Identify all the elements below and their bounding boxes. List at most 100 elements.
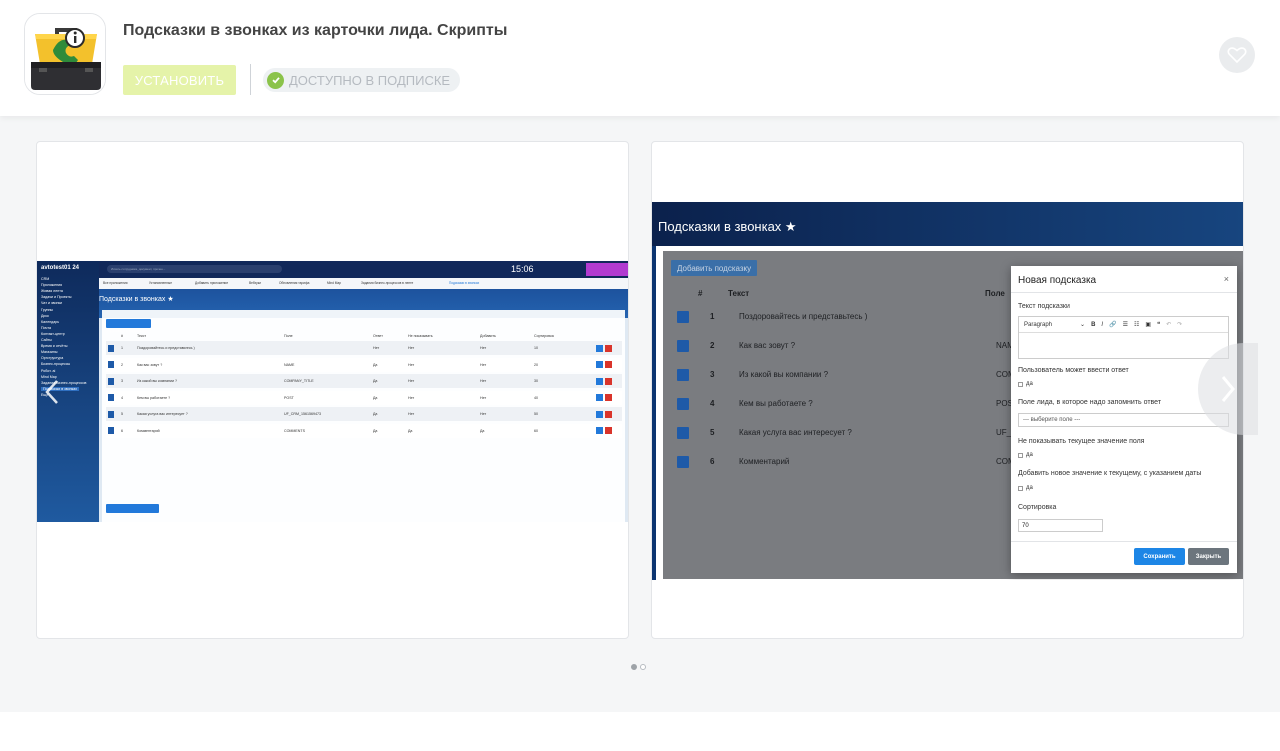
header-divider <box>250 64 251 95</box>
briefcase-phone-info-icon <box>25 14 105 94</box>
crm-sidebar-item: Календарь <box>41 319 60 324</box>
hide-current-label: Не показывать текущее значение поля <box>1018 438 1145 445</box>
user-answer-checkbox: да <box>1018 381 1033 387</box>
carousel-dot-2[interactable] <box>640 664 646 670</box>
crm-table-cell: 40 <box>534 395 538 400</box>
crm-table-cell: Нет <box>408 362 415 367</box>
crm-table-cell: Поздоровайтесь и представьтесь ) <box>137 346 195 350</box>
crm-page-title: Подсказки в звонках ★ <box>99 296 174 303</box>
crm-table-header: Сортировка <box>534 334 554 338</box>
crm-table-cell: Нет <box>480 412 487 416</box>
crm-sidebar-item: Чат и звонки <box>41 301 63 306</box>
crm-table-cell: UF_CRM_1561569473 <box>284 412 321 416</box>
crm-table-header: Добавить <box>480 334 496 338</box>
header-field: Поле <box>985 289 1005 298</box>
crm-table-header: # <box>121 334 123 338</box>
crm-table-cell: POST <box>284 395 294 400</box>
crm-add-button: Добавить подсказку <box>106 319 152 333</box>
screenshot-modal: Подсказки в звонках ★ Добавить подсказку… <box>652 202 1243 580</box>
carousel-dot-1[interactable] <box>631 664 637 670</box>
crm-table-row <box>106 374 622 388</box>
crm-table-header: Ответ <box>373 334 383 338</box>
hint-text-editor: Paragraph ⌄ B I 🔗 ☰ ☷ ▣ ❝ ↶ ↷ <box>1018 316 1229 359</box>
screenshot-slide-2[interactable]: Подсказки в звонках ★ Добавить подсказку… <box>651 141 1244 639</box>
crm-table-cell: Из какой вы компании ? <box>137 379 178 383</box>
install-button[interactable]: УСТАНОВИТЬ <box>123 65 236 95</box>
app-header: Подсказки в звонках из карточки лида. Ск… <box>0 0 1280 116</box>
crm-table-cell: Комментарий <box>137 428 160 433</box>
crm-nav-tab: Обновления тарифа <box>279 281 310 285</box>
crm-search: Искать сотрудника, документ, прочее... <box>111 267 166 271</box>
crm-table-cell: 2 <box>121 362 123 367</box>
crm-table-cell: 20 <box>534 362 538 367</box>
app-icon <box>24 13 106 95</box>
lead-field-select: --- выберите поле --- <box>1018 413 1229 427</box>
crm-nav-tab: Установленные <box>149 281 172 285</box>
page-footer-band <box>0 712 1280 751</box>
header-num: # <box>698 289 703 298</box>
screenshot-slide-1[interactable]: avtotest01 24 CRM Приложения Живая лента За… <box>36 141 629 639</box>
crm-table-cell: 1 <box>121 346 123 350</box>
crm-table-cell: COMMENTS <box>284 428 305 433</box>
crm-table-cell: Да <box>408 428 413 433</box>
availability-label: ДОСТУПНО В ПОДПИСКЕ <box>289 72 451 88</box>
close-button: Закрыть <box>1188 548 1229 565</box>
crm-sidebar-item: Контакт-центр <box>41 331 65 336</box>
crm-table-cell: 30 <box>534 379 538 383</box>
crm-table-row <box>106 390 622 405</box>
save-button: Сохранить <box>1134 548 1185 565</box>
favorite-button[interactable] <box>1219 37 1255 73</box>
crm-clock: 15:06 <box>511 264 534 274</box>
carousel-prev[interactable] <box>40 372 64 412</box>
chevron-left-icon <box>45 380 58 404</box>
crm-show-dialog-button: Показать диалог звонка <box>106 504 159 518</box>
crm-table-cell: Нет <box>373 346 380 350</box>
crm-table-cell: Да <box>373 412 378 416</box>
crm-table-cell: Как вас зовут ? <box>137 362 163 367</box>
sort-label: Сортировка <box>1018 504 1057 511</box>
crm-table-cell: Нет <box>408 395 415 400</box>
format-select: Paragraph <box>1024 321 1053 328</box>
crm-nav-tab: Все приложения <box>103 281 128 285</box>
crm-sidebar-item: Приложения <box>41 283 63 288</box>
crm-nav-tab: Mind Map <box>327 281 341 285</box>
crm-sidebar-item: Живая лента <box>41 289 63 294</box>
crm-nav-tab: Добавить приложение <box>195 281 229 285</box>
crm-sidebar-item: CRM <box>41 277 50 281</box>
crm-table-row <box>106 357 622 372</box>
crm-sidebar-item: Время и отчёты <box>41 344 68 349</box>
crm-table-cell: 50 <box>534 412 538 416</box>
crm-table-cell: 4 <box>121 395 123 400</box>
crm-topbar: Искать сотрудника, документ, прочее... 1… <box>99 261 628 278</box>
portal-name: avtotest01 24 <box>41 265 80 271</box>
crm-nav-tab: Вебхуки <box>249 281 261 285</box>
crm-table-cell: Нет <box>408 412 415 416</box>
append-checkbox: да <box>1018 485 1033 491</box>
crm-table-cell: 60 <box>534 428 538 433</box>
crm-sidebar-item: Группы <box>41 307 53 312</box>
crm-sidebar-item: Оргструктура <box>41 356 64 361</box>
modal-title: Новая подсказка <box>1018 275 1097 286</box>
crm-table-cell: Да <box>480 428 485 433</box>
crm-table-cell: Да <box>373 395 378 400</box>
hints-page-header: Подсказки в звонках ★ <box>652 202 1243 246</box>
sort-input: 70 <box>1018 519 1103 532</box>
crm-sidebar-item: Задачи и Проекты <box>41 295 72 300</box>
crm-table-cell: Нет <box>480 395 487 400</box>
crm-table-cell: 3 <box>121 379 123 383</box>
crm-sidebar-item: Диск <box>41 313 49 318</box>
crm-table-cell: Кем вы работаете ? <box>137 395 171 400</box>
app-title: Подсказки в звонках из карточки лида. Ск… <box>123 22 508 39</box>
lead-field-label: Поле лида, в которое надо запомнить отве… <box>1018 399 1162 406</box>
crm-main: Все приложения Установленные Добавить прил… <box>99 278 628 522</box>
crm-table-cell: Нет <box>480 346 487 350</box>
crm-table-cell: Какая услуга вас интересует ? <box>137 412 188 416</box>
crm-table-cell: NAME <box>284 362 295 367</box>
hints-page-title: Подсказки в звонках ★ <box>658 219 797 234</box>
hide-current-checkbox: да <box>1018 452 1033 458</box>
crm-table-cell: Да <box>373 379 378 383</box>
text-label: Текст подсказки <box>1018 303 1070 310</box>
crm-table-cell: Да <box>373 362 378 367</box>
crm-table-cell: 6 <box>121 428 123 433</box>
crm-table-header: Не показывать <box>408 334 433 338</box>
